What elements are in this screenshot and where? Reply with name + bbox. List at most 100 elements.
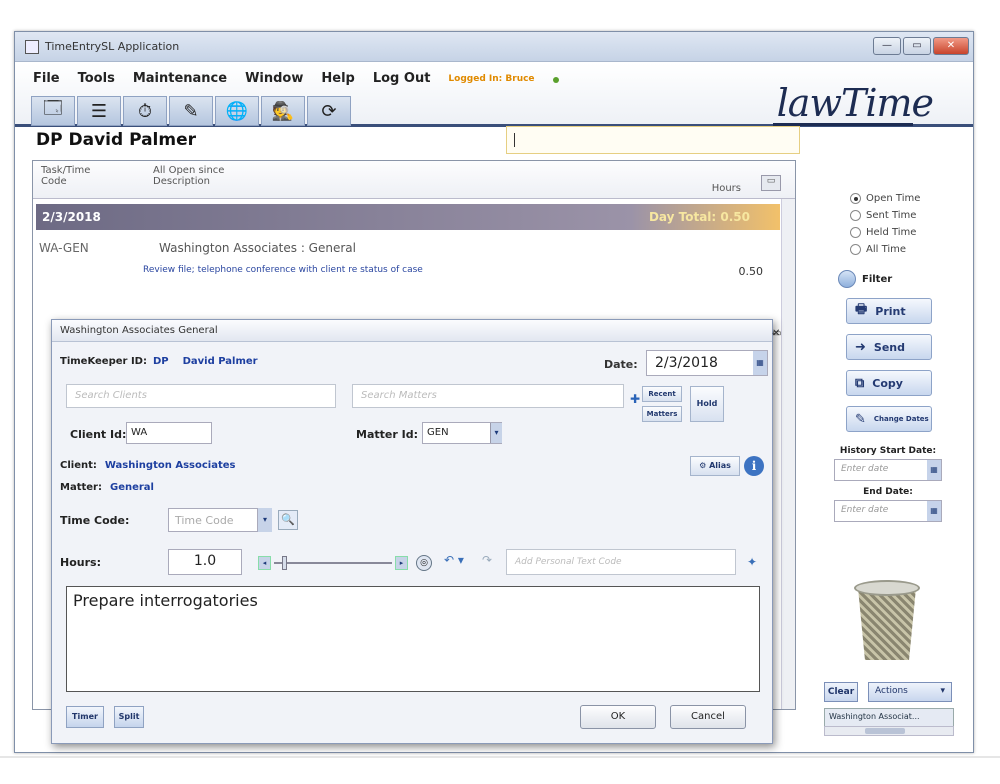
- hours-input[interactable]: 1.0: [168, 549, 242, 575]
- title-bar: TimeEntrySL Application — ▭ ✕: [15, 32, 973, 62]
- end-date-input[interactable]: Enter date ▦: [834, 500, 942, 522]
- col-task-bottom: Code: [41, 176, 67, 187]
- start-date-input[interactable]: Enter date ▦: [834, 459, 942, 481]
- trash-bin-icon[interactable]: [850, 580, 924, 664]
- add-text-icon[interactable]: ✦: [742, 551, 762, 573]
- lawtime-logo: lawTime: [772, 81, 934, 126]
- recent-button[interactable]: Recent: [642, 386, 682, 402]
- history-start-label: History Start Date:: [839, 446, 937, 456]
- timekeeper-row: TimeKeeper ID: DP David Palmer: [60, 356, 258, 367]
- actions-dropdown[interactable]: Actions: [868, 682, 952, 702]
- col-desc-top: All Open since: [153, 165, 225, 176]
- menu-window[interactable]: Window: [245, 71, 303, 86]
- timekeeper-id: DP: [152, 356, 169, 367]
- matter-name: General: [109, 482, 154, 493]
- slider-handle[interactable]: [282, 556, 287, 570]
- send-button[interactable]: ➜ Send: [846, 334, 932, 360]
- calendar-icon[interactable]: ▦: [753, 351, 767, 375]
- date-input[interactable]: 2/3/2018 ▦: [646, 350, 768, 376]
- window-title: TimeEntrySL Application: [45, 40, 180, 53]
- info-icon[interactable]: i: [744, 456, 764, 476]
- day-row[interactable]: 2/3/2018 Day Total: 0.50: [36, 204, 780, 230]
- chevron-down-icon[interactable]: ▾: [258, 508, 272, 532]
- search-input[interactable]: [506, 126, 800, 154]
- online-indicator: [552, 77, 559, 83]
- matter-row: Matter: General: [60, 482, 154, 493]
- search-matters-input[interactable]: Search Matters: [352, 384, 624, 408]
- cancel-button[interactable]: Cancel: [670, 705, 746, 729]
- reset-icon[interactable]: ◎: [416, 555, 432, 571]
- arrow-right-icon: ➜: [855, 339, 866, 355]
- entry-code[interactable]: WA-GEN: [39, 241, 89, 255]
- slider-left-icon[interactable]: ◂: [258, 556, 271, 570]
- split-button[interactable]: Split: [114, 706, 144, 728]
- eraser-icon[interactable]: ✎: [169, 96, 213, 126]
- client-name: Washington Associates: [104, 460, 236, 471]
- list-view-icon[interactable]: ☰: [77, 96, 121, 126]
- matters-button[interactable]: Matters: [642, 406, 682, 422]
- horizontal-scrollbar[interactable]: [824, 726, 954, 736]
- change-dates-button[interactable]: ✎ Change Dates: [846, 406, 932, 432]
- client-id-label: Client Id:: [70, 428, 127, 441]
- clear-button[interactable]: Clear: [824, 682, 858, 702]
- list-options-button[interactable]: ▭: [761, 175, 781, 191]
- refresh-icon[interactable]: ⟳: [307, 96, 351, 126]
- new-entry-icon[interactable]: 🗔: [31, 96, 75, 126]
- redo-icon[interactable]: ↷: [482, 553, 492, 567]
- time-code-input[interactable]: Time Code: [168, 508, 258, 532]
- entry-client[interactable]: Washington Associates : General: [159, 241, 356, 255]
- stopwatch-icon[interactable]: ⏱: [123, 96, 167, 126]
- description-textarea[interactable]: Prepare interrogatories: [66, 586, 760, 692]
- print-button[interactable]: 🖶 Print: [846, 298, 932, 324]
- open-entry-tab[interactable]: Washington Associat...: [824, 708, 954, 728]
- menu-logout[interactable]: Log Out: [373, 71, 431, 86]
- radio-all-time[interactable]: All Time: [850, 241, 970, 258]
- maximize-button[interactable]: ▭: [903, 37, 931, 55]
- menu-file[interactable]: File: [33, 71, 60, 86]
- time-entry-dialog: Washington Associates General – ▭ ✕ Time…: [51, 319, 781, 744]
- hold-button[interactable]: Hold: [690, 386, 724, 422]
- calendar-icon[interactable]: ▦: [927, 501, 941, 521]
- pencil-icon: ✎: [855, 411, 866, 427]
- dialog-title-bar: Washington Associates General – ▭ ✕: [52, 320, 781, 342]
- menu-bar: File Tools Maintenance Window Help Log O…: [15, 63, 973, 127]
- col-task-top: Task/Time: [41, 165, 91, 176]
- globe-icon[interactable]: 🌐: [215, 96, 259, 126]
- client-id-input[interactable]: WA: [126, 422, 212, 444]
- spy-icon[interactable]: 🕵: [261, 96, 305, 126]
- menu-maintenance[interactable]: Maintenance: [133, 71, 227, 86]
- radio-sent-time[interactable]: Sent Time: [850, 207, 970, 224]
- entry-description[interactable]: Review file; telephone conference with c…: [143, 265, 423, 275]
- copy-button[interactable]: ⧉ Copy: [846, 370, 932, 396]
- calendar-icon[interactable]: ▦: [927, 460, 941, 480]
- timer-button[interactable]: Timer: [66, 706, 104, 728]
- app-icon: [25, 40, 39, 54]
- menu-tools[interactable]: Tools: [78, 71, 115, 86]
- filter-button[interactable]: Filter: [838, 270, 970, 288]
- printer-icon: 🖶: [855, 302, 868, 317]
- right-panel: Open Time Sent Time Held Time All Time F…: [820, 190, 970, 522]
- logged-in-status: Logged In: Bruce: [448, 74, 535, 84]
- close-button[interactable]: ✕: [933, 37, 969, 55]
- personal-text-code-input[interactable]: Add Personal Text Code: [506, 549, 736, 575]
- radio-held-time[interactable]: Held Time: [850, 224, 970, 241]
- dialog-title: Washington Associates General: [60, 325, 218, 336]
- ok-button[interactable]: OK: [580, 705, 656, 729]
- search-icon[interactable]: 🔍: [278, 510, 298, 530]
- timekeeper-name: David Palmer: [182, 356, 258, 367]
- list-header: Task/Time Code All Open since Description …: [33, 161, 795, 199]
- search-clients-input[interactable]: Search Clients: [66, 384, 336, 408]
- minimize-button[interactable]: —: [873, 37, 901, 55]
- vertical-scrollbar[interactable]: [781, 199, 795, 709]
- menu-help[interactable]: Help: [321, 71, 354, 86]
- slider-right-icon[interactable]: ▸: [395, 556, 408, 570]
- alias-button[interactable]: ⚙ Alias: [690, 456, 740, 476]
- day-total: Day Total: 0.50: [648, 210, 750, 224]
- add-icon[interactable]: ✚: [630, 392, 640, 406]
- date-label: Date:: [604, 358, 638, 371]
- hours-slider[interactable]: ◂ ▸: [258, 556, 408, 570]
- chevron-down-icon[interactable]: ▾: [490, 423, 502, 443]
- dialog-close-button[interactable]: ✕: [772, 328, 780, 339]
- undo-icon[interactable]: ↶ ▾: [444, 553, 464, 567]
- radio-open-time[interactable]: Open Time: [850, 190, 970, 207]
